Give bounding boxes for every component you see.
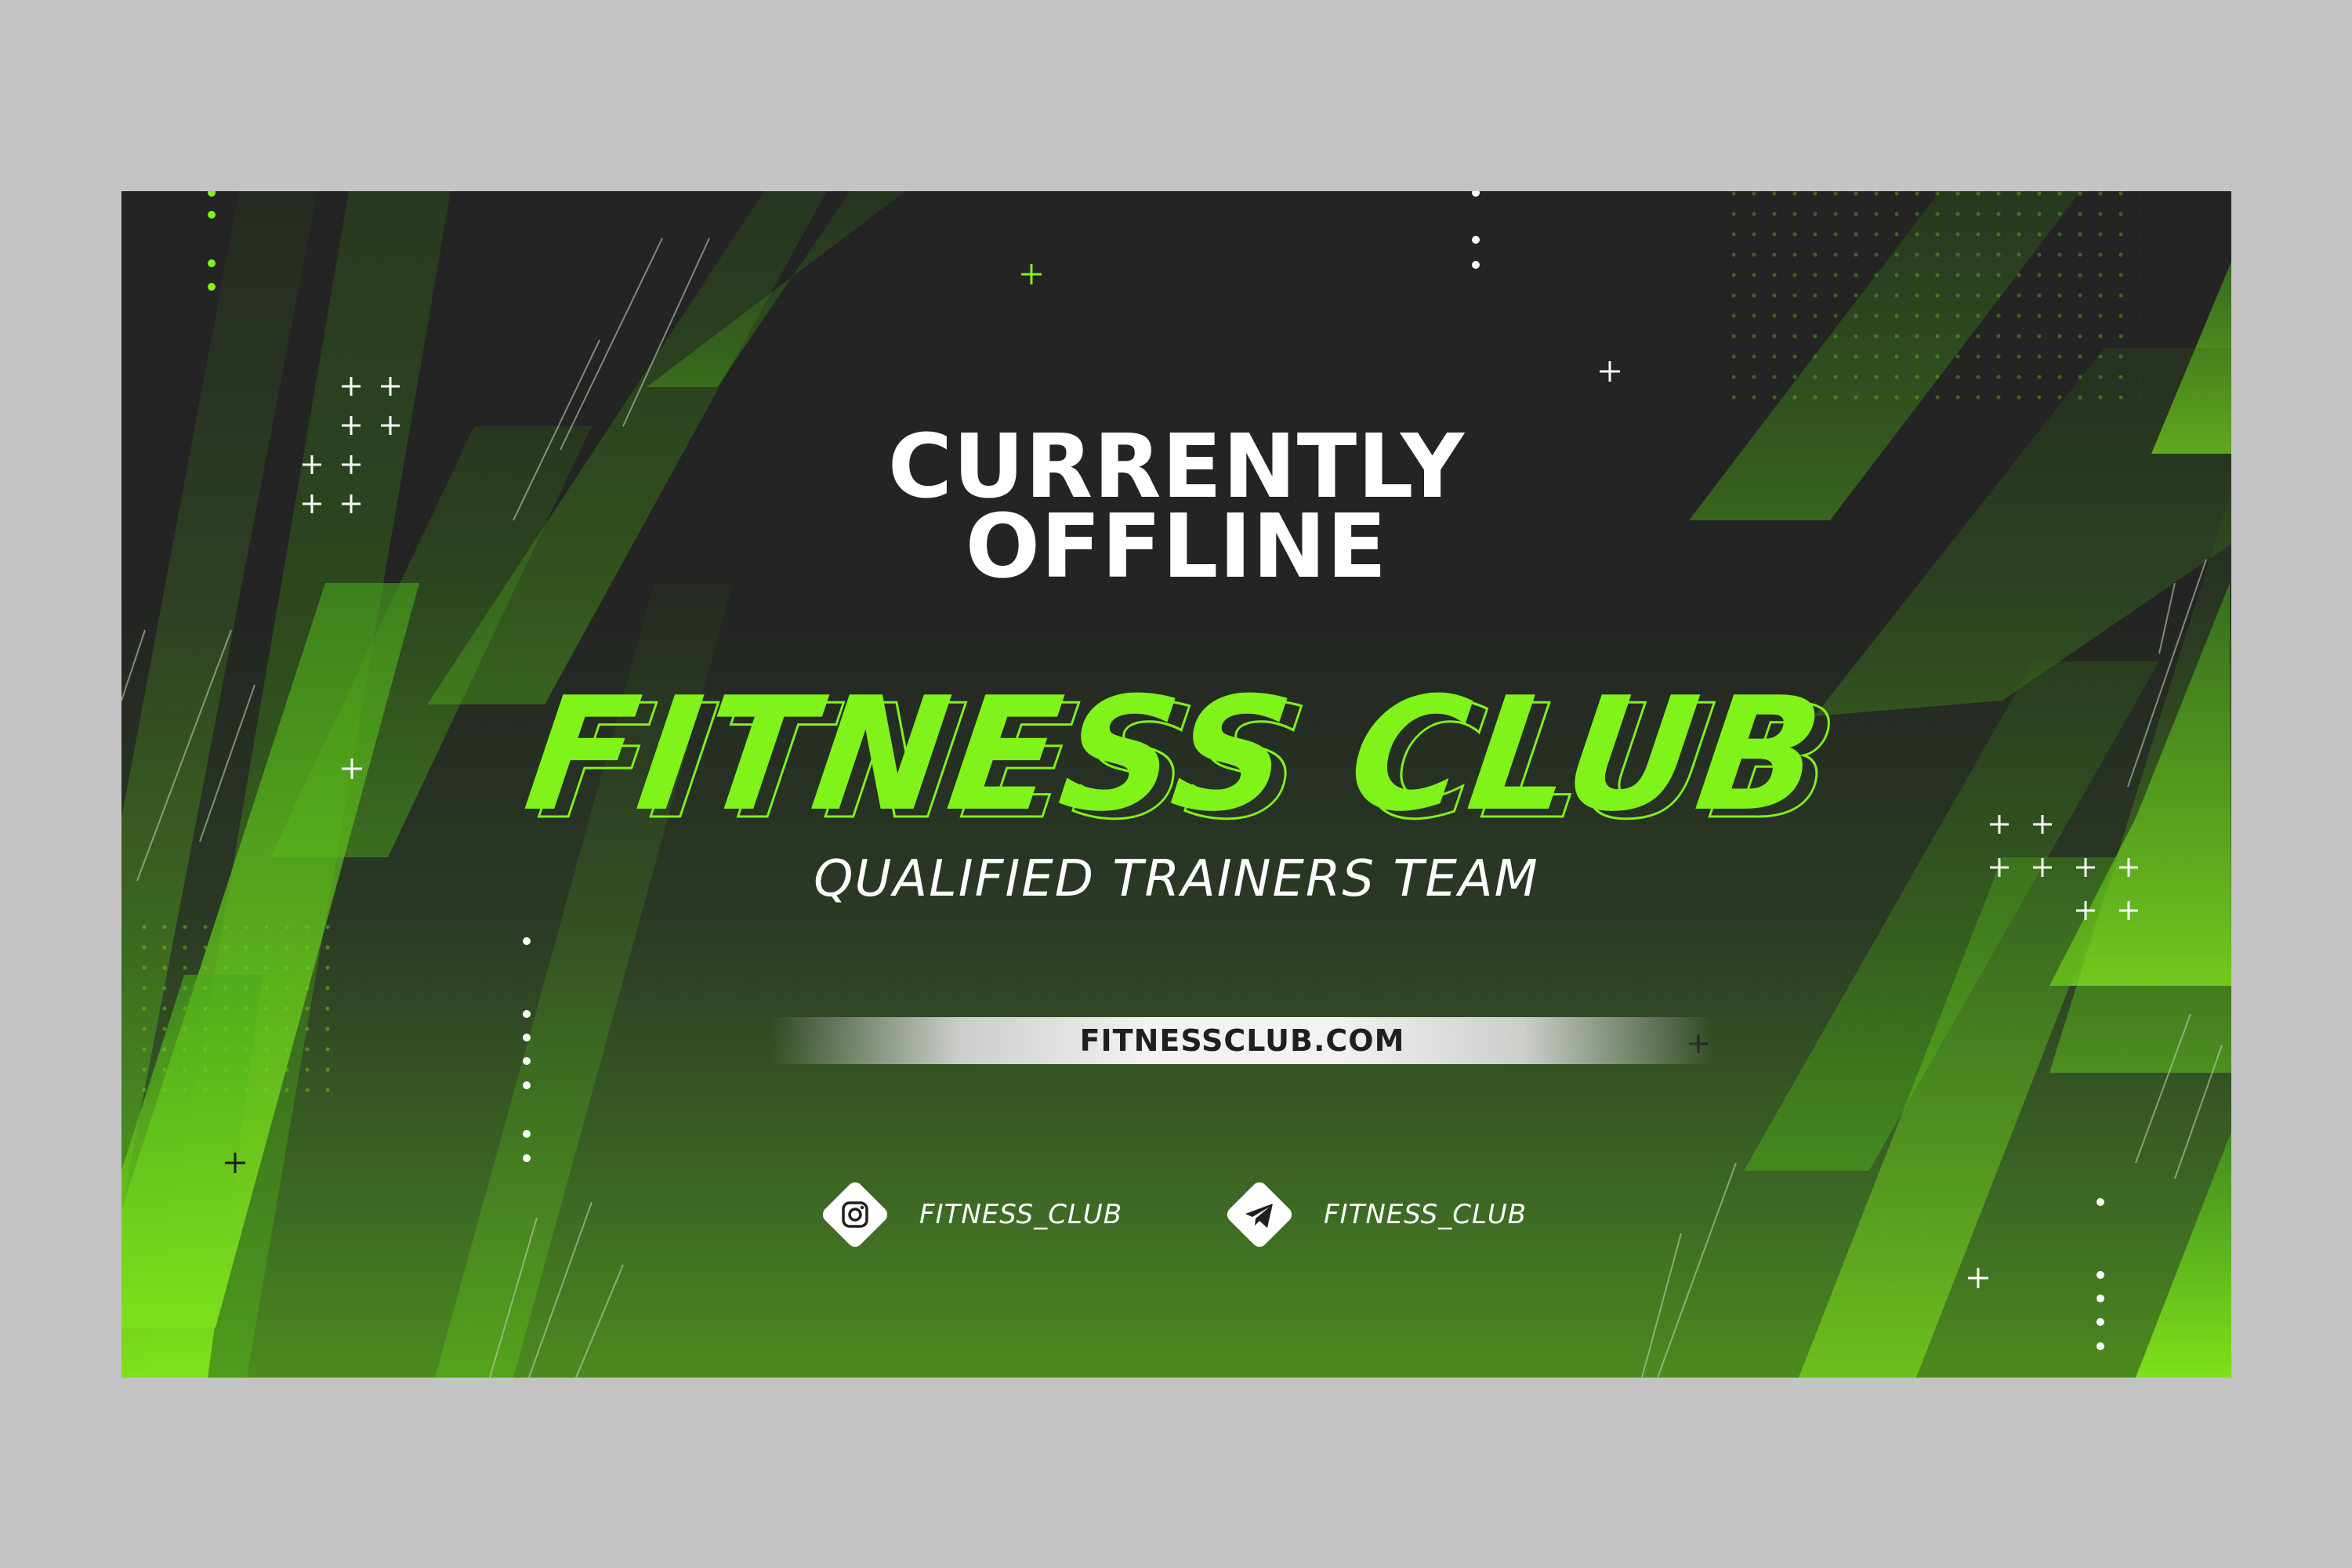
tagline: QUALIFIED TRAINERS TEAM [814,850,1539,908]
website-link[interactable]: FITNESSCLUB.COM [772,1017,1712,1064]
telegram-handle[interactable]: FITNESS_CLUB [1324,1197,1527,1232]
instagram-handle[interactable]: FITNESS_CLUB [919,1197,1122,1232]
telegram-icon[interactable] [1223,1179,1296,1251]
social-instagram[interactable]: FITNESS_CLUB [819,1179,1148,1251]
offline-banner: CURRENTLY OFFLINE FITNESS CLUB FITNESS C… [121,191,2231,1378]
website-bar[interactable]: FITNESSCLUB.COM [772,1017,1712,1064]
social-telegram[interactable]: FITNESS_CLUB [1223,1179,1553,1251]
brand-title: FITNESS CLUB FITNESS CLUB [121,664,2231,857]
brand-title-text: FITNESS CLUB [516,664,1837,846]
instagram-icon[interactable] [819,1179,891,1251]
headline-line-2: OFFLINE [965,496,1388,598]
